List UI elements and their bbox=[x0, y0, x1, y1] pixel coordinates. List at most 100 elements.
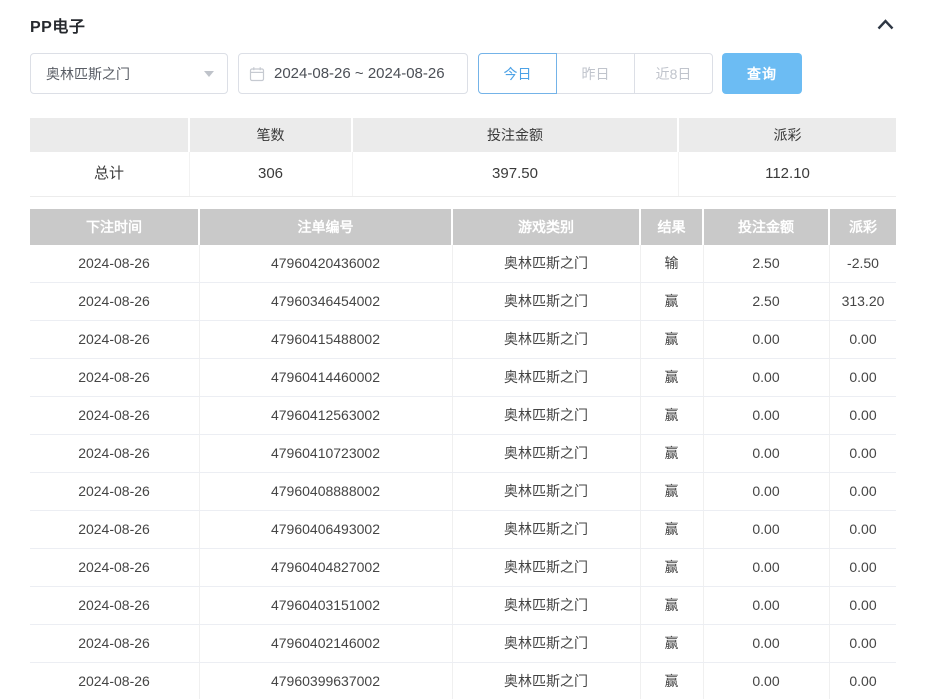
cell-game-type: 奥林匹斯之门 bbox=[453, 663, 639, 699]
betting-records-panel: PP电子 奥林匹斯之门 2024-08-26 ~ 2 bbox=[0, 0, 926, 699]
table-row: 2024-08-26 47960399637002 奥林匹斯之门 赢 0.00 … bbox=[30, 663, 896, 699]
cell-payout: 0.00 bbox=[830, 473, 896, 510]
cell-bet-time: 2024-08-26 bbox=[30, 625, 198, 662]
column-header-result: 结果 bbox=[641, 209, 702, 245]
cell-order-id: 47960414460002 bbox=[200, 359, 451, 396]
summary-header-payout: 派彩 bbox=[679, 118, 896, 152]
cell-game-type: 奥林匹斯之门 bbox=[453, 549, 639, 586]
cell-bet-amount: 0.00 bbox=[704, 663, 828, 699]
cell-order-id: 47960420436002 bbox=[200, 245, 451, 282]
cell-result: 赢 bbox=[641, 587, 702, 624]
date-range-input[interactable]: 2024-08-26 ~ 2024-08-26 bbox=[238, 53, 468, 94]
cell-order-id: 47960403151002 bbox=[200, 587, 451, 624]
summary-bet-amount-value: 397.50 bbox=[353, 152, 677, 196]
summary-header-row: 笔数 投注金额 派彩 bbox=[30, 118, 896, 152]
cell-bet-amount: 0.00 bbox=[704, 511, 828, 548]
cell-payout: 0.00 bbox=[830, 321, 896, 358]
cell-bet-amount: 0.00 bbox=[704, 473, 828, 510]
summary-header-bet-amount: 投注金额 bbox=[353, 118, 677, 152]
cell-payout: 0.00 bbox=[830, 549, 896, 586]
cell-result: 赢 bbox=[641, 511, 702, 548]
chevron-up-icon bbox=[877, 18, 894, 33]
summary-payout-value: 112.10 bbox=[679, 152, 896, 196]
table-row: 2024-08-26 47960346454002 奥林匹斯之门 赢 2.50 … bbox=[30, 283, 896, 321]
summary-table: 笔数 投注金额 派彩 总计 306 397.50 112.10 bbox=[30, 118, 896, 197]
panel-title: PP电子 bbox=[30, 13, 85, 37]
summary-total-row: 总计 306 397.50 112.10 bbox=[30, 152, 896, 197]
collapse-button[interactable] bbox=[875, 16, 896, 35]
cell-order-id: 47960399637002 bbox=[200, 663, 451, 699]
table-row: 2024-08-26 47960408888002 奥林匹斯之门 赢 0.00 … bbox=[30, 473, 896, 511]
cell-game-type: 奥林匹斯之门 bbox=[453, 473, 639, 510]
cell-bet-time: 2024-08-26 bbox=[30, 283, 198, 320]
caret-down-icon bbox=[204, 71, 214, 77]
cell-order-id: 47960406493002 bbox=[200, 511, 451, 548]
cell-bet-time: 2024-08-26 bbox=[30, 359, 198, 396]
cell-bet-time: 2024-08-26 bbox=[30, 511, 198, 548]
cell-result: 赢 bbox=[641, 473, 702, 510]
cell-order-id: 47960415488002 bbox=[200, 321, 451, 358]
cell-result: 赢 bbox=[641, 549, 702, 586]
game-select[interactable]: 奥林匹斯之门 bbox=[30, 53, 228, 94]
cell-payout: 0.00 bbox=[830, 359, 896, 396]
cell-payout: 0.00 bbox=[830, 435, 896, 472]
search-button[interactable]: 查询 bbox=[722, 53, 802, 94]
cell-bet-amount: 2.50 bbox=[704, 245, 828, 282]
date-range-value: 2024-08-26 ~ 2024-08-26 bbox=[274, 65, 445, 82]
cell-game-type: 奥林匹斯之门 bbox=[453, 359, 639, 396]
column-header-payout: 派彩 bbox=[830, 209, 896, 245]
today-button[interactable]: 今日 bbox=[478, 53, 557, 94]
cell-bet-time: 2024-08-26 bbox=[30, 587, 198, 624]
cell-bet-amount: 0.00 bbox=[704, 435, 828, 472]
cell-order-id: 47960404827002 bbox=[200, 549, 451, 586]
cell-bet-amount: 0.00 bbox=[704, 587, 828, 624]
cell-order-id: 47960402146002 bbox=[200, 625, 451, 662]
cell-order-id: 47960410723002 bbox=[200, 435, 451, 472]
cell-order-id: 47960408888002 bbox=[200, 473, 451, 510]
cell-bet-amount: 0.00 bbox=[704, 359, 828, 396]
table-row: 2024-08-26 47960404827002 奥林匹斯之门 赢 0.00 … bbox=[30, 549, 896, 587]
yesterday-button[interactable]: 昨日 bbox=[556, 53, 635, 94]
filter-bar: 奥林匹斯之门 2024-08-26 ~ 2024-08-26 今日 昨日 近8日… bbox=[30, 53, 896, 94]
bet-table-body: 2024-08-26 47960420436002 奥林匹斯之门 输 2.50 … bbox=[30, 245, 896, 699]
cell-game-type: 奥林匹斯之门 bbox=[453, 587, 639, 624]
cell-bet-amount: 0.00 bbox=[704, 549, 828, 586]
summary-count-value: 306 bbox=[190, 152, 351, 196]
cell-result: 赢 bbox=[641, 663, 702, 699]
cell-payout: 0.00 bbox=[830, 587, 896, 624]
column-header-bet-amount: 投注金额 bbox=[704, 209, 828, 245]
cell-game-type: 奥林匹斯之门 bbox=[453, 321, 639, 358]
column-header-order-id: 注单编号 bbox=[200, 209, 451, 245]
table-row: 2024-08-26 47960414460002 奥林匹斯之门 赢 0.00 … bbox=[30, 359, 896, 397]
cell-payout: 0.00 bbox=[830, 663, 896, 699]
cell-order-id: 47960412563002 bbox=[200, 397, 451, 434]
table-row: 2024-08-26 47960412563002 奥林匹斯之门 赢 0.00 … bbox=[30, 397, 896, 435]
cell-game-type: 奥林匹斯之门 bbox=[453, 625, 639, 662]
quick-date-button-group: 今日 昨日 近8日 bbox=[478, 53, 713, 94]
cell-payout: 0.00 bbox=[830, 625, 896, 662]
last-8-days-button[interactable]: 近8日 bbox=[634, 53, 713, 94]
cell-result: 输 bbox=[641, 245, 702, 282]
cell-bet-time: 2024-08-26 bbox=[30, 435, 198, 472]
cell-result: 赢 bbox=[641, 435, 702, 472]
summary-total-label: 总计 bbox=[30, 152, 188, 196]
cell-bet-amount: 0.00 bbox=[704, 625, 828, 662]
table-row: 2024-08-26 47960402146002 奥林匹斯之门 赢 0.00 … bbox=[30, 625, 896, 663]
cell-bet-time: 2024-08-26 bbox=[30, 397, 198, 434]
table-header-row: 下注时间 注单编号 游戏类别 结果 投注金额 派彩 bbox=[30, 209, 896, 245]
table-row: 2024-08-26 47960415488002 奥林匹斯之门 赢 0.00 … bbox=[30, 321, 896, 359]
cell-bet-time: 2024-08-26 bbox=[30, 549, 198, 586]
cell-bet-time: 2024-08-26 bbox=[30, 473, 198, 510]
cell-result: 赢 bbox=[641, 283, 702, 320]
cell-bet-time: 2024-08-26 bbox=[30, 321, 198, 358]
cell-result: 赢 bbox=[641, 625, 702, 662]
cell-bet-amount: 0.00 bbox=[704, 321, 828, 358]
table-row: 2024-08-26 47960406493002 奥林匹斯之门 赢 0.00 … bbox=[30, 511, 896, 549]
summary-header-blank bbox=[30, 118, 188, 152]
cell-game-type: 奥林匹斯之门 bbox=[453, 435, 639, 472]
table-row: 2024-08-26 47960410723002 奥林匹斯之门 赢 0.00 … bbox=[30, 435, 896, 473]
cell-order-id: 47960346454002 bbox=[200, 283, 451, 320]
cell-result: 赢 bbox=[641, 321, 702, 358]
cell-payout: 313.20 bbox=[830, 283, 896, 320]
table-row: 2024-08-26 47960420436002 奥林匹斯之门 输 2.50 … bbox=[30, 245, 896, 283]
